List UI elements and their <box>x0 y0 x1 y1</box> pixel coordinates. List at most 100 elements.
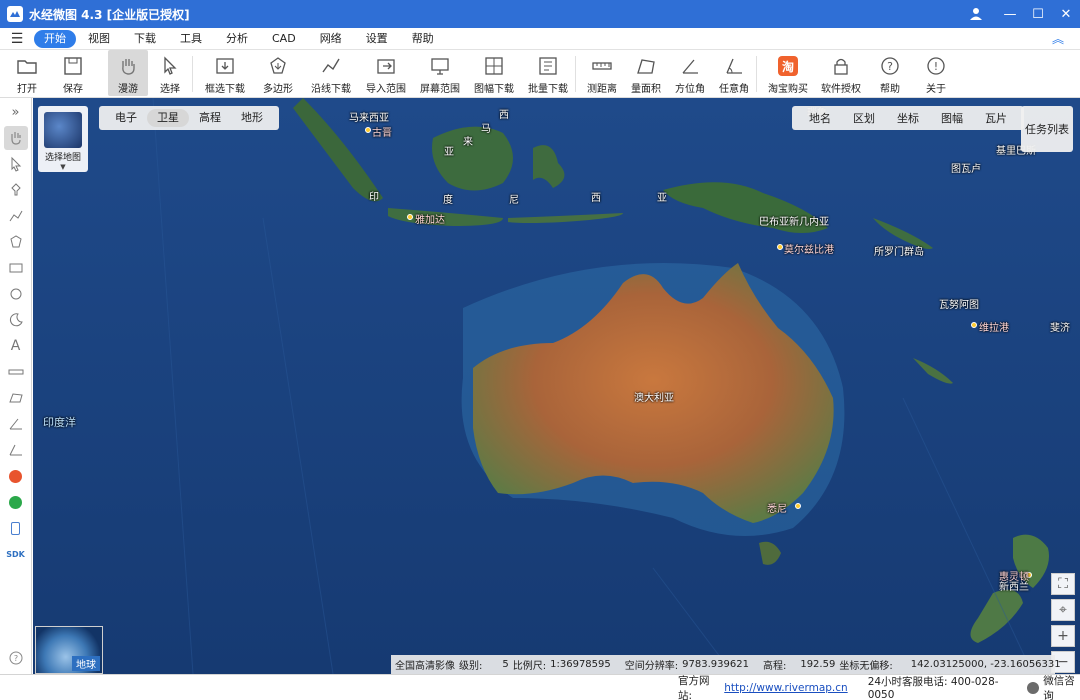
menu-download[interactable]: 下载 <box>122 30 168 48</box>
area-icon[interactable] <box>4 386 28 410</box>
polyline-icon[interactable] <box>4 204 28 228</box>
minimize-button[interactable]: — <box>996 0 1024 28</box>
hand-icon[interactable] <box>3 126 28 150</box>
rectangle-icon[interactable] <box>4 256 28 280</box>
map-label-vanuatu: 瓦努阿图 <box>939 300 979 311</box>
elevation-label: 高程: <box>762 661 787 672</box>
save-button[interactable]: 保存 <box>50 50 96 96</box>
moon-icon[interactable] <box>4 308 28 332</box>
area-icon <box>634 54 658 78</box>
map-type-terrain[interactable]: 地形 <box>231 109 273 127</box>
menu-cad[interactable]: CAD <box>260 30 308 48</box>
map-label-solomon: 所罗门群岛 <box>874 247 924 258</box>
any-angle-button[interactable]: 任意角 <box>712 50 756 96</box>
globe-overview[interactable]: 地球 <box>35 626 103 674</box>
map-view[interactable]: 马来西亚 古晋 马 来 西 亚 印 度 尼 西 亚 雅加达 巴布亚新几内亚 莫尔… <box>33 98 1080 674</box>
wechat-icon <box>1026 681 1040 694</box>
layer-tiles[interactable]: 瓦片 <box>974 110 1018 126</box>
select-button[interactable]: 选择 <box>148 50 192 96</box>
elevation-value: 192.59 <box>800 659 836 670</box>
collapse-ribbon-icon[interactable]: ︽ <box>1052 30 1064 47</box>
city-marker <box>971 322 977 328</box>
map-label-australia: 澳大利亚 <box>634 393 674 404</box>
left-tool-panel: » A SDK ? <box>0 98 32 674</box>
map-type-vector[interactable]: 电子 <box>105 109 147 127</box>
license-button[interactable]: 软件授权 <box>815 50 867 96</box>
polygon-icon[interactable] <box>4 230 28 254</box>
map-thumbnail <box>44 112 82 148</box>
angle-icon[interactable] <box>4 438 28 462</box>
website-link[interactable]: http://www.rivermap.cn <box>724 682 847 694</box>
map-type-tabs: 电子 卫星 高程 地形 <box>99 106 279 130</box>
map-label-sydney: 悉尼 <box>767 504 787 515</box>
expand-panel-icon[interactable]: » <box>4 100 28 124</box>
weibo-icon[interactable] <box>4 464 28 488</box>
import-range-button[interactable]: 导入范围 <box>359 50 413 96</box>
sheet-download-button[interactable]: 图幅下载 <box>467 50 521 96</box>
resolution-label: 空间分辨率: <box>624 661 679 672</box>
bearing-icon[interactable] <box>4 412 28 436</box>
ruler-icon[interactable] <box>4 360 28 384</box>
measure-area-button[interactable]: 量面积 <box>624 50 668 96</box>
taobao-button[interactable]: 淘 淘宝购买 <box>761 50 815 96</box>
line-download-button[interactable]: 沿线下载 <box>303 50 359 96</box>
measure-distance-button[interactable]: 测距离 <box>580 50 624 96</box>
help-icon[interactable]: ? <box>4 646 28 670</box>
hand-icon <box>116 54 140 78</box>
hamburger-menu-icon[interactable]: ☰ <box>0 31 34 47</box>
locate-icon[interactable]: ⌖ <box>1051 599 1075 621</box>
map-type-satellite[interactable]: 卫星 <box>147 109 189 127</box>
link-icon[interactable] <box>4 490 28 514</box>
polygon-icon <box>266 54 290 78</box>
menu-tools[interactable]: 工具 <box>168 30 214 48</box>
about-button[interactable]: ! 关于 <box>913 50 959 96</box>
app-logo-icon <box>7 6 23 22</box>
fullscreen-icon[interactable]: ⛶ <box>1051 573 1075 595</box>
zoom-in-button[interactable]: + <box>1051 625 1075 647</box>
map-source-selector[interactable]: 选择地图 ▼ <box>38 106 88 172</box>
screen-range-button[interactable]: 屏幕范围 <box>413 50 467 96</box>
pin-icon[interactable] <box>4 178 28 202</box>
open-button[interactable]: 打开 <box>4 50 50 96</box>
menu-analysis[interactable]: 分析 <box>214 30 260 48</box>
layer-placenames[interactable]: 地名 <box>798 110 842 126</box>
map-label-ma: 马 <box>481 124 491 135</box>
map-type-elevation[interactable]: 高程 <box>189 109 231 127</box>
cursor-icon[interactable] <box>4 152 28 176</box>
layer-districts[interactable]: 区划 <box>842 110 886 126</box>
menu-view[interactable]: 视图 <box>76 30 122 48</box>
phone-icon[interactable] <box>4 516 28 540</box>
help-button[interactable]: ? 帮助 <box>867 50 913 96</box>
map-label-ya: 亚 <box>444 147 454 158</box>
import-icon <box>374 54 398 78</box>
layer-sheets[interactable]: 图幅 <box>930 110 974 126</box>
svg-text:?: ? <box>887 60 893 73</box>
maximize-button[interactable]: ☐ <box>1024 0 1052 28</box>
menu-settings[interactable]: 设置 <box>354 30 400 48</box>
map-label-malaysia: 马来西亚 <box>349 113 389 124</box>
menu-help[interactable]: 帮助 <box>400 30 446 48</box>
city-marker <box>365 127 371 133</box>
batch-download-button[interactable]: 批量下载 <box>521 50 575 96</box>
close-button[interactable]: ✕ <box>1052 0 1080 28</box>
user-icon[interactable] <box>962 0 990 28</box>
box-download-button[interactable]: 框选下载 <box>197 50 253 96</box>
sdk-icon[interactable]: SDK <box>4 542 28 566</box>
angle-icon <box>722 54 746 78</box>
menu-network[interactable]: 网络 <box>308 30 354 48</box>
task-list-button[interactable]: 任务列表 <box>1021 106 1073 152</box>
pan-button[interactable]: 漫游 <box>108 50 148 96</box>
map-label-lai: 来 <box>463 137 473 148</box>
folder-icon <box>15 54 39 78</box>
circle-icon[interactable] <box>4 282 28 306</box>
menu-start[interactable]: 开始 <box>34 29 76 48</box>
polygon-button[interactable]: 多边形 <box>253 50 303 96</box>
layer-coordinates[interactable]: 坐标 <box>886 110 930 126</box>
map-label-kuching: 古晋 <box>372 128 392 139</box>
menu-bar: ☰ 开始 视图 下载 工具 分析 CAD 网络 设置 帮助 ︽ <box>0 28 1080 50</box>
text-icon[interactable]: A <box>4 334 28 358</box>
toolbar-separator <box>575 56 576 92</box>
wechat-consult[interactable]: 微信咨询 <box>1026 673 1080 700</box>
bearing-button[interactable]: 方位角 <box>668 50 712 96</box>
save-icon <box>61 54 85 78</box>
